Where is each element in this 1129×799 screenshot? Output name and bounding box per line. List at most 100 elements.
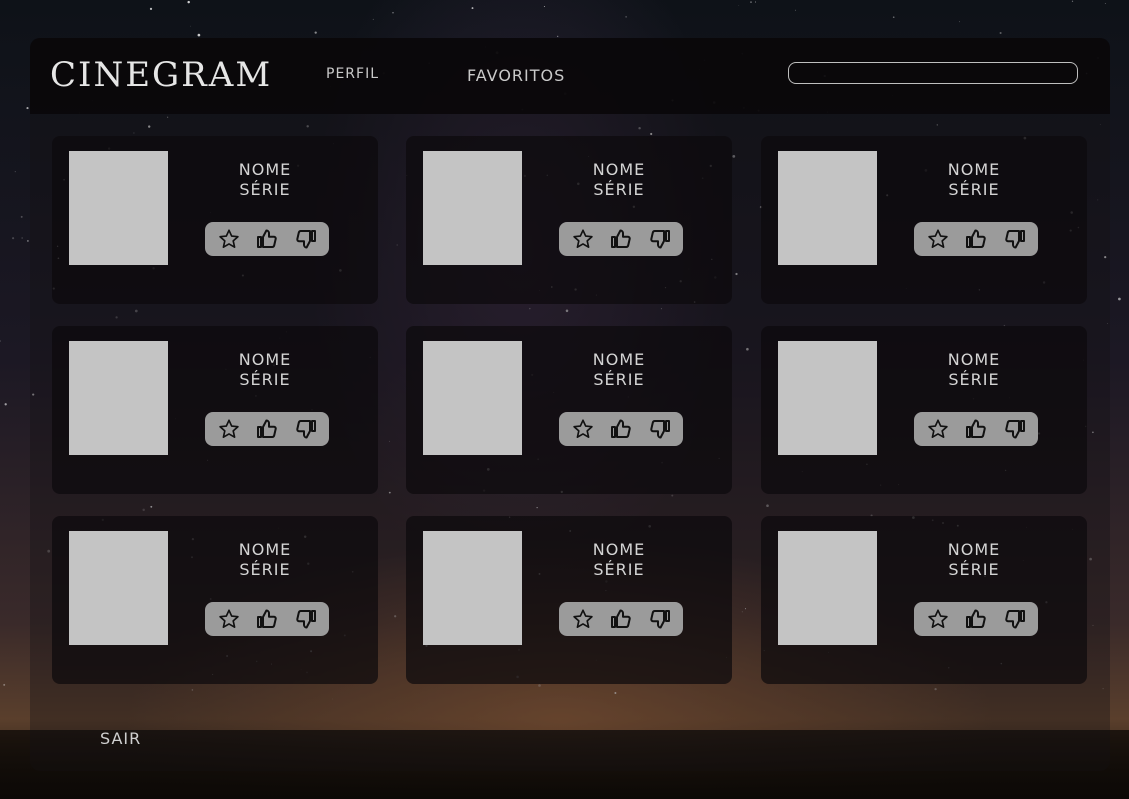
series-title: NOME SÉRIE (210, 540, 320, 580)
thumbs-up-icon (966, 419, 986, 438)
series-title: NOME SÉRIE (919, 540, 1029, 580)
thumbs-up-icon (257, 609, 277, 628)
series-title-line-1: NOME (947, 350, 1001, 369)
star-icon (927, 419, 948, 438)
series-card[interactable]: NOME SÉRIE (761, 326, 1087, 494)
thumbs-down-icon (1004, 610, 1025, 629)
series-title: NOME SÉRIE (564, 540, 674, 580)
thumbs-down-icon (649, 230, 670, 249)
nav-perfil-link[interactable]: PERFIL (326, 66, 379, 82)
thumbs-up-icon (611, 419, 631, 438)
thumbs-down-button[interactable] (1000, 414, 1030, 444)
star-icon (572, 419, 593, 438)
thumbs-up-button[interactable] (606, 224, 636, 254)
thumbs-down-icon (1004, 420, 1025, 439)
series-title-line-2: SÉRIE (948, 180, 1000, 199)
thumbs-up-button[interactable] (961, 414, 991, 444)
series-card[interactable]: NOME SÉRIE (52, 326, 378, 494)
series-actions-bar (205, 602, 329, 636)
star-button[interactable] (923, 224, 953, 254)
series-title: NOME SÉRIE (564, 350, 674, 390)
series-title-line-2: SÉRIE (239, 370, 291, 389)
series-title-line-1: NOME (592, 160, 646, 179)
series-title-line-1: NOME (947, 540, 1001, 559)
thumbs-up-icon (257, 229, 277, 248)
series-title: NOME SÉRIE (210, 160, 320, 200)
star-button[interactable] (568, 414, 598, 444)
series-actions-bar (914, 412, 1038, 446)
thumbs-down-icon (649, 420, 670, 439)
series-actions-bar (914, 222, 1038, 256)
thumbs-down-icon (649, 610, 670, 629)
thumbs-down-button[interactable] (1000, 604, 1030, 634)
search-input[interactable] (788, 62, 1078, 84)
thumbs-down-button[interactable] (645, 414, 675, 444)
series-poster-placeholder[interactable] (778, 151, 877, 265)
series-title-line-2: SÉRIE (948, 560, 1000, 579)
thumbs-up-button[interactable] (252, 414, 282, 444)
thumbs-down-button[interactable] (645, 604, 675, 634)
thumbs-up-button[interactable] (252, 224, 282, 254)
thumbs-down-button[interactable] (645, 224, 675, 254)
series-card[interactable]: NOME SÉRIE (406, 326, 732, 494)
thumbs-up-button[interactable] (606, 604, 636, 634)
thumbs-down-button[interactable] (291, 414, 321, 444)
series-poster-placeholder[interactable] (778, 531, 877, 645)
star-button[interactable] (923, 414, 953, 444)
series-poster-placeholder[interactable] (69, 341, 168, 455)
thumbs-down-icon (295, 420, 316, 439)
series-actions-bar (205, 222, 329, 256)
series-title-line-1: NOME (238, 350, 292, 369)
series-title-line-2: SÉRIE (239, 180, 291, 199)
thumbs-down-icon (295, 610, 316, 629)
thumbs-up-icon (966, 229, 986, 248)
thumbs-up-button[interactable] (252, 604, 282, 634)
star-button[interactable] (568, 224, 598, 254)
series-title-line-1: NOME (238, 540, 292, 559)
star-icon (218, 609, 239, 628)
series-card[interactable]: NOME SÉRIE (406, 516, 732, 684)
thumbs-up-button[interactable] (606, 414, 636, 444)
app-logo: CINEGRAM (50, 55, 273, 95)
star-button[interactable] (214, 414, 244, 444)
series-title: NOME SÉRIE (210, 350, 320, 390)
series-poster-placeholder[interactable] (69, 151, 168, 265)
series-title: NOME SÉRIE (564, 160, 674, 200)
series-title: NOME SÉRIE (919, 350, 1029, 390)
thumbs-up-button[interactable] (961, 224, 991, 254)
star-icon (927, 229, 948, 248)
series-actions-bar (559, 602, 683, 636)
series-poster-placeholder[interactable] (423, 341, 522, 455)
series-actions-bar (914, 602, 1038, 636)
star-button[interactable] (214, 224, 244, 254)
logout-link[interactable]: SAIR (100, 729, 141, 748)
series-title-line-2: SÉRIE (239, 560, 291, 579)
series-card[interactable]: NOME SÉRIE (406, 136, 732, 304)
series-poster-placeholder[interactable] (69, 531, 168, 645)
star-button[interactable] (568, 604, 598, 634)
thumbs-down-button[interactable] (291, 604, 321, 634)
series-title-line-2: SÉRIE (593, 180, 645, 199)
series-actions-bar (559, 412, 683, 446)
series-poster-placeholder[interactable] (423, 531, 522, 645)
nav-favoritos-link[interactable]: FAVORITOS (467, 66, 565, 85)
series-card[interactable]: NOME SÉRIE (761, 136, 1087, 304)
star-button[interactable] (923, 604, 953, 634)
star-button[interactable] (214, 604, 244, 634)
thumbs-up-button[interactable] (961, 604, 991, 634)
series-title-line-1: NOME (592, 540, 646, 559)
thumbs-down-button[interactable] (291, 224, 321, 254)
series-card[interactable]: NOME SÉRIE (52, 516, 378, 684)
series-card[interactable]: NOME SÉRIE (52, 136, 378, 304)
series-poster-placeholder[interactable] (778, 341, 877, 455)
thumbs-down-button[interactable] (1000, 224, 1030, 254)
series-title-line-2: SÉRIE (593, 370, 645, 389)
star-icon (218, 419, 239, 438)
star-icon (218, 229, 239, 248)
series-actions-bar (205, 412, 329, 446)
series-poster-placeholder[interactable] (423, 151, 522, 265)
star-icon (572, 609, 593, 628)
series-title-line-1: NOME (238, 160, 292, 179)
series-card[interactable]: NOME SÉRIE (761, 516, 1087, 684)
series-title-line-2: SÉRIE (593, 560, 645, 579)
